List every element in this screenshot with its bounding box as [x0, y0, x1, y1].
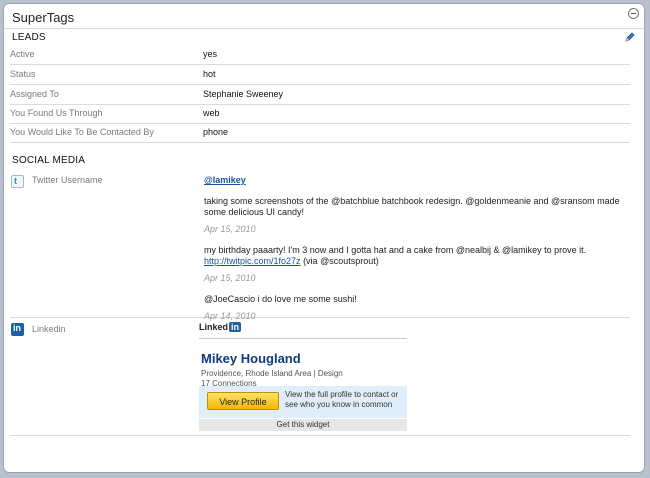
linkedin-widget: Linked in Mikey Hougland Providence, Rhod…	[199, 322, 407, 431]
linkedin-label: Linkedin	[32, 324, 66, 334]
view-profile-button[interactable]: View Profile	[207, 392, 279, 410]
lead-row-status: Status hot	[10, 65, 630, 85]
get-widget-link[interactable]: Get this widget	[199, 419, 407, 431]
cta-text: View the full profile to contact or see …	[285, 390, 399, 409]
field-label: Status	[10, 69, 36, 79]
field-label: You Would Like To Be Contacted By	[10, 127, 154, 137]
tweet-date: Apr 15, 2010	[204, 224, 256, 234]
tweet-text: my birthday paaarty! I'm 3 now and I got…	[204, 245, 587, 255]
field-label: You Found Us Through	[10, 108, 103, 118]
pencil-icon[interactable]	[624, 31, 636, 43]
social-media-heading: SOCIAL MEDIA	[12, 155, 86, 166]
lead-row-assigned-to: Assigned To Stephanie Sweeney	[10, 85, 630, 105]
tweet-suffix: (via @scoutsprout)	[303, 256, 379, 266]
twitter-icon: t	[11, 175, 24, 188]
field-label: Assigned To	[10, 89, 59, 99]
lead-row-contacted-by: You Would Like To Be Contacted By phone	[10, 123, 630, 143]
profile-location: Providence, Rhode Island Area | Design	[201, 369, 343, 378]
supertags-panel: SuperTags LEADS Active yes Status hot As…	[3, 3, 645, 473]
logo-in: in	[229, 322, 242, 332]
tweet: taking some screenshots of the @batchblu…	[204, 196, 624, 235]
logo-text: Linked	[199, 322, 229, 332]
linkedin-icon: in	[11, 323, 24, 336]
field-value: Stephanie Sweeney	[203, 89, 284, 99]
field-value: phone	[203, 127, 229, 137]
lead-row-active: Active yes	[10, 45, 630, 65]
twitter-block: t Twitter Username @lamikey taking some …	[10, 169, 630, 321]
twitter-handle-link[interactable]: @lamikey	[204, 175, 624, 186]
field-value: hot	[203, 69, 216, 79]
tweet: my birthday paaarty! I'm 3 now and I got…	[204, 245, 624, 284]
divider	[4, 28, 644, 29]
tweet-link[interactable]: http://twitpic.com/1fo27z	[204, 256, 301, 266]
panel-title: SuperTags	[12, 10, 75, 25]
linkedin-logo: Linked in	[199, 322, 407, 336]
twitter-label: Twitter Username	[32, 175, 103, 185]
profile-name[interactable]: Mikey Hougland	[201, 351, 301, 366]
field-label: Active	[10, 49, 35, 59]
field-value: web	[203, 108, 220, 118]
twitter-feed: @lamikey taking some screenshots of the …	[204, 173, 624, 322]
leads-heading: LEADS	[12, 32, 46, 43]
profile-cta: View Profile View the full profile to co…	[199, 386, 407, 418]
collapse-icon[interactable]	[628, 8, 639, 19]
tweet-date: Apr 15, 2010	[204, 273, 256, 283]
tweet-text: taking some screenshots of the @batchblu…	[204, 196, 620, 217]
tweet-text: @JoeCascio i do love me some sushi!	[204, 294, 357, 304]
lead-row-found-us-through: You Found Us Through web	[10, 104, 630, 124]
field-value: yes	[203, 49, 218, 59]
